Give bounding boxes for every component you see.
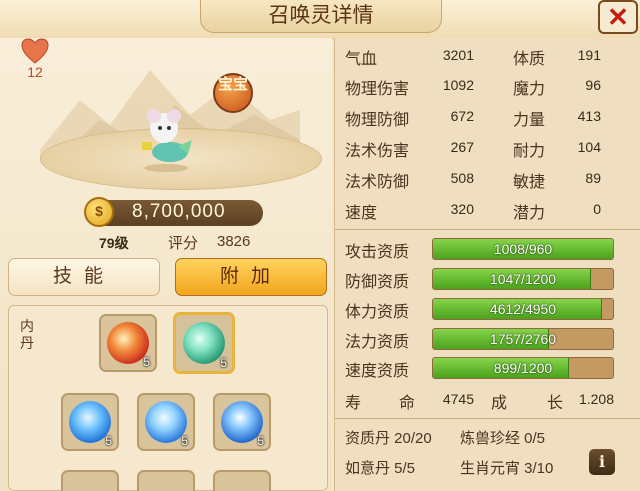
aptitude-label-stamina: 体力资质	[345, 304, 410, 321]
stat-value-phys-def: 672	[450, 108, 474, 124]
aptitude-value-speed: 899/1200	[493, 360, 553, 376]
treasure-badge: 宝宝	[213, 73, 253, 113]
stat-label-constitution: 体质	[513, 51, 546, 68]
pet-level: 79级	[99, 235, 129, 251]
stat-value-constitution: 191	[577, 47, 601, 63]
item-zizhidan: 资质丹 20/20	[345, 430, 432, 447]
aptitude-value-stamina: 4612/4950	[489, 301, 557, 317]
likes-count: 12	[27, 64, 43, 80]
item-ruyidan: 如意丹 5/5	[345, 460, 416, 477]
info-button[interactable]: i	[589, 449, 615, 475]
stat-value-potential: 0	[593, 201, 601, 217]
item-shengxiao: 生肖元宵 3/10	[460, 460, 554, 477]
treasure-badge-text: 宝宝	[217, 76, 248, 93]
stat-label-endurance: 耐力	[513, 143, 546, 160]
stat-value-magic: 96	[585, 77, 601, 93]
stat-label-agility: 敏捷	[513, 174, 546, 191]
aptitude-bar-mana: 1757/2760	[432, 328, 614, 350]
stat-label-phys-dmg: 物理伤害	[345, 81, 410, 98]
score-value: 3826	[217, 233, 251, 250]
aptitude-label-mana: 法力资质	[345, 334, 410, 351]
tab-skill[interactable]: 技能	[8, 258, 160, 296]
stat-label-magic: 魔力	[513, 81, 546, 98]
stat-label-spell-def: 法术防御	[345, 174, 410, 191]
skill-slot[interactable]: 5	[213, 393, 271, 451]
stat-value-phys-dmg: 1092	[442, 77, 474, 93]
jade-core-icon	[183, 322, 225, 364]
stat-value-agility: 89	[585, 170, 601, 186]
divider	[334, 418, 640, 419]
stat-label-spell-dmg: 法术伤害	[345, 143, 410, 160]
aptitude-label-defense: 防御资质	[345, 274, 410, 291]
close-icon: ✕	[607, 2, 629, 32]
stat-label-speed: 速度	[345, 205, 378, 222]
growth-label-a: 成	[491, 395, 508, 412]
skill-slot[interactable]: 5	[61, 393, 119, 451]
neidan-slot[interactable]: 5	[99, 314, 157, 372]
tab-extra[interactable]: 附加	[175, 258, 327, 296]
growth-value: 1.208	[578, 391, 614, 407]
stat-label-strength: 力量	[513, 112, 546, 129]
aptitude-bar-speed: 899/1200	[432, 357, 614, 379]
aptitude-value-defense: 1047/1200	[489, 271, 557, 287]
stat-value-speed: 320	[450, 201, 474, 217]
stat-value-spell-def: 508	[450, 170, 474, 186]
lifespan-value: 4745	[442, 391, 474, 407]
item-lianshou: 炼兽珍经 0/5	[460, 430, 546, 447]
skill-slot-partial[interactable]	[213, 470, 271, 491]
divider	[334, 229, 640, 230]
aptitude-bar-defense: 1047/1200	[432, 268, 614, 290]
lifespan-label-b: 命	[399, 395, 416, 412]
skill-slot-partial[interactable]	[137, 470, 195, 491]
aptitude-label-speed: 速度资质	[345, 363, 410, 380]
pet-sprite[interactable]	[130, 98, 202, 174]
stat-value-endurance: 104	[577, 139, 601, 155]
stat-value-hp: 3201	[442, 47, 474, 63]
close-button[interactable]: ✕	[598, 0, 638, 34]
skill-slot-partial[interactable]	[61, 470, 119, 491]
aptitude-bar-attack: 1008/960	[432, 238, 614, 260]
lifespan-label-a: 寿	[345, 395, 362, 412]
neidan-label: 内丹	[20, 318, 34, 351]
stat-label-phys-def: 物理防御	[345, 112, 410, 129]
page-title: 召唤灵详情	[200, 0, 442, 33]
stat-value-spell-dmg: 267	[450, 139, 474, 155]
neidan-slot-selected[interactable]: 5	[173, 312, 235, 374]
aptitude-value-mana: 1757/2760	[489, 331, 557, 347]
stat-label-hp: 气血	[345, 51, 378, 68]
aptitude-bar-stamina: 4612/4950	[432, 298, 614, 320]
aptitude-value-attack: 1008/960	[493, 241, 553, 257]
score-label: 评分	[168, 235, 199, 252]
stat-label-potential: 潜力	[513, 205, 546, 222]
aptitude-label-attack: 攻击资质	[345, 244, 410, 261]
coin-value: 8,700,000	[132, 201, 226, 222]
info-icon: i	[598, 452, 606, 471]
stat-value-strength: 413	[577, 108, 601, 124]
heart-icon[interactable]	[21, 38, 49, 64]
growth-label-b: 长	[547, 395, 564, 412]
coin-icon: $	[84, 197, 114, 227]
skill-slot[interactable]: 5	[137, 393, 195, 451]
